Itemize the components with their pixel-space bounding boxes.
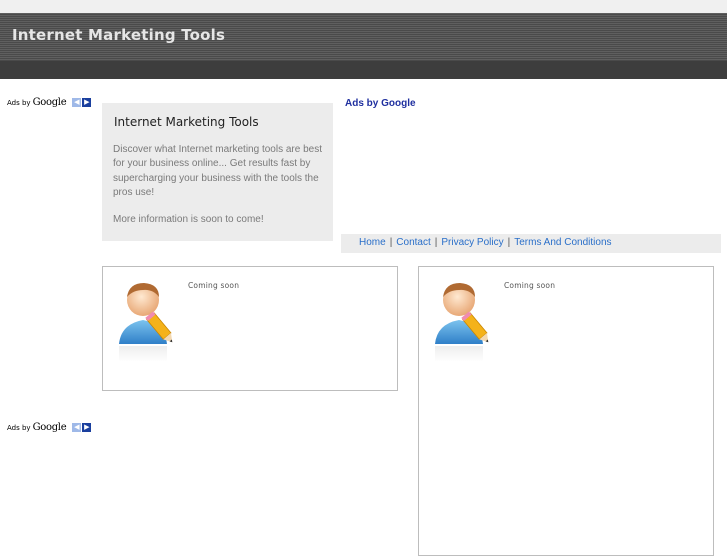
footer-nav: Home | Contact | Privacy Policy | Terms And Co… bbox=[341, 234, 721, 253]
adsense-unit-bottom[interactable]: Ads by Google ◀ ▶ bbox=[7, 422, 92, 433]
intro-note: More information is soon to come! bbox=[113, 214, 264, 225]
ads-by-label: Ads by bbox=[7, 98, 31, 107]
nav-home[interactable]: Home bbox=[359, 237, 386, 248]
intro-heading: Internet Marketing Tools bbox=[114, 115, 259, 129]
chevron-left-icon[interactable]: ◀ bbox=[72, 423, 82, 432]
chevron-left-icon[interactable]: ◀ bbox=[72, 98, 82, 107]
content-card-right: Coming soon bbox=[418, 266, 714, 556]
site-title[interactable]: Internet Marketing Tools bbox=[12, 26, 225, 44]
chevron-right-icon[interactable]: ▶ bbox=[82, 98, 92, 107]
ads-by-google-link[interactable]: Ads by Google bbox=[345, 98, 416, 109]
intro-panel: Internet Marketing Tools Discover what I… bbox=[102, 103, 333, 241]
chevron-right-icon[interactable]: ▶ bbox=[82, 423, 92, 432]
nav-separator: | bbox=[434, 237, 438, 248]
card-status: Coming soon bbox=[504, 281, 556, 290]
content-card-left: Coming soon bbox=[102, 266, 398, 391]
card-status: Coming soon bbox=[188, 281, 240, 290]
google-logo: Google bbox=[32, 422, 67, 433]
site-header: Internet Marketing Tools bbox=[0, 13, 727, 79]
intro-paragraph: Discover what Internet marketing tools a… bbox=[113, 144, 322, 198]
header-band bbox=[0, 61, 727, 79]
user-edit-icon bbox=[435, 283, 489, 362]
nav-separator: | bbox=[507, 237, 511, 248]
user-edit-icon bbox=[119, 283, 173, 362]
top-strip bbox=[0, 0, 727, 13]
google-logo: Google bbox=[32, 97, 67, 108]
nav-privacy-policy[interactable]: Privacy Policy bbox=[441, 237, 503, 248]
nav-contact[interactable]: Contact bbox=[396, 237, 430, 248]
adsense-unit-top[interactable]: Ads by Google ◀ ▶ bbox=[7, 97, 92, 108]
ads-by-label: Ads by bbox=[7, 423, 31, 432]
nav-terms[interactable]: Terms And Conditions bbox=[514, 237, 611, 248]
nav-separator: | bbox=[389, 237, 393, 248]
